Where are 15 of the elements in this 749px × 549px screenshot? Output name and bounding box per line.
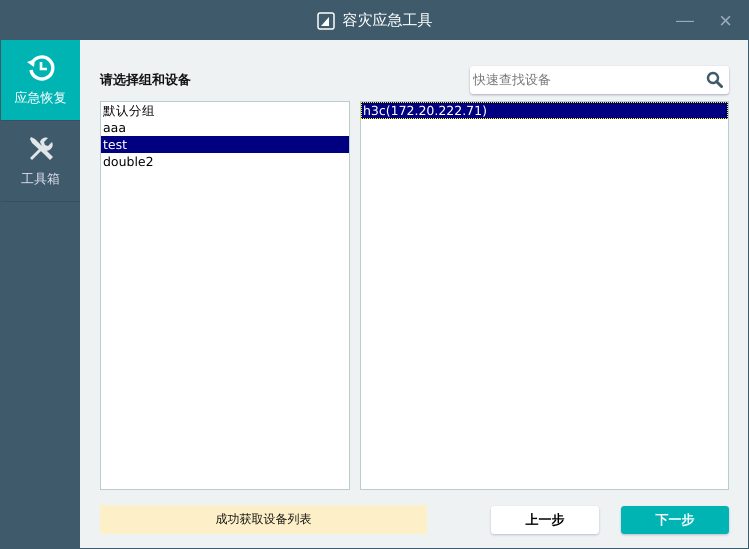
device-item[interactable]: h3c(172.20.222.71) [361, 102, 728, 119]
device-list[interactable]: h3c(172.20.222.71) [360, 101, 729, 490]
group-item[interactable]: double2 [101, 153, 349, 170]
status-message: 成功获取设备列表 [100, 505, 427, 534]
group-item[interactable]: 默认分组 [101, 102, 349, 119]
window-title: 容灾应急工具 [342, 11, 432, 30]
group-item[interactable]: test [101, 136, 349, 153]
group-list[interactable]: 默认分组 aaa test double2 [100, 101, 350, 490]
app-logo-icon [316, 12, 334, 30]
back-button[interactable]: 上一步 [491, 506, 599, 534]
group-item[interactable]: aaa [101, 119, 349, 136]
section-heading: 请选择组和设备 [100, 72, 191, 89]
search-field[interactable]: 快速查找设备 [470, 66, 729, 94]
search-icon[interactable] [706, 71, 723, 88]
history-icon [26, 53, 56, 83]
